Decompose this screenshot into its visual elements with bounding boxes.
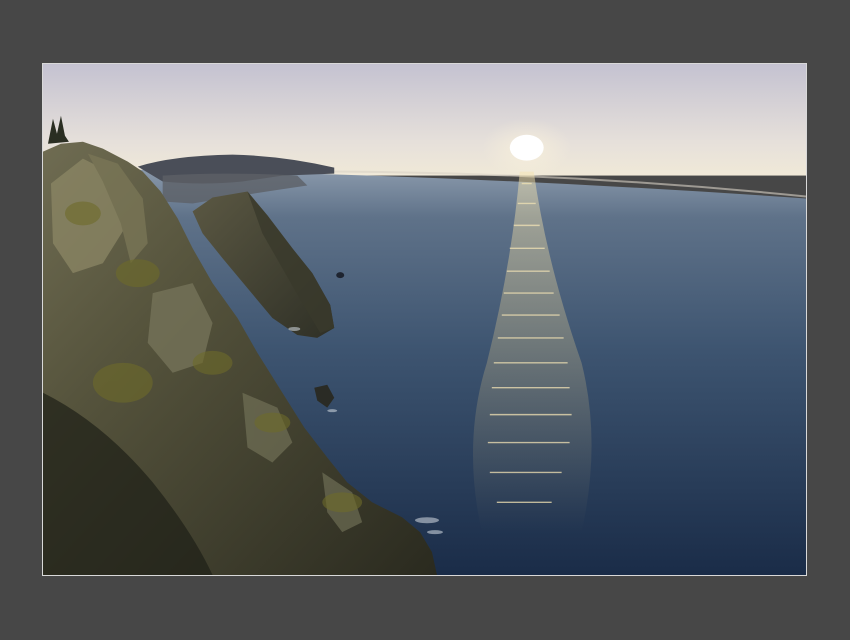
sky — [43, 64, 806, 176]
sun — [509, 134, 544, 161]
sea-rock — [336, 272, 345, 279]
landscape-photo — [43, 64, 806, 575]
photo-frame — [42, 63, 807, 576]
